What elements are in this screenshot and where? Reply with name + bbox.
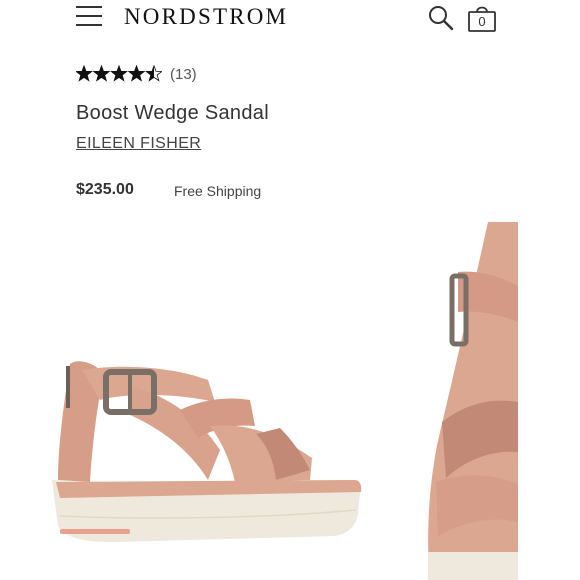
brand-link[interactable]: EILEEN FISHER [76,135,201,153]
search-icon[interactable] [428,5,454,31]
star-icon [110,65,128,82]
hamburger-menu-icon[interactable] [76,6,102,26]
store-logo[interactable]: NORDSTROM [124,4,288,30]
product-image-main[interactable] [30,330,380,570]
star-icon [76,65,93,82]
product-rating[interactable]: (13) [76,64,197,84]
shopping-bag-button[interactable]: 0 [466,3,498,33]
product-image-next[interactable] [418,222,518,580]
star-icon [145,65,162,82]
bag-count: 0 [478,14,486,29]
review-count[interactable]: (13) [170,66,197,83]
shipping-info: Free Shipping [174,183,262,199]
site-header: NORDSTROM 0 [0,0,580,40]
star-icon [92,65,111,82]
rating-stars [76,65,162,82]
product-price: $235.00 [76,181,134,198]
product-title: Boost Wedge Sandal [76,102,269,124]
star-icon [127,65,146,82]
